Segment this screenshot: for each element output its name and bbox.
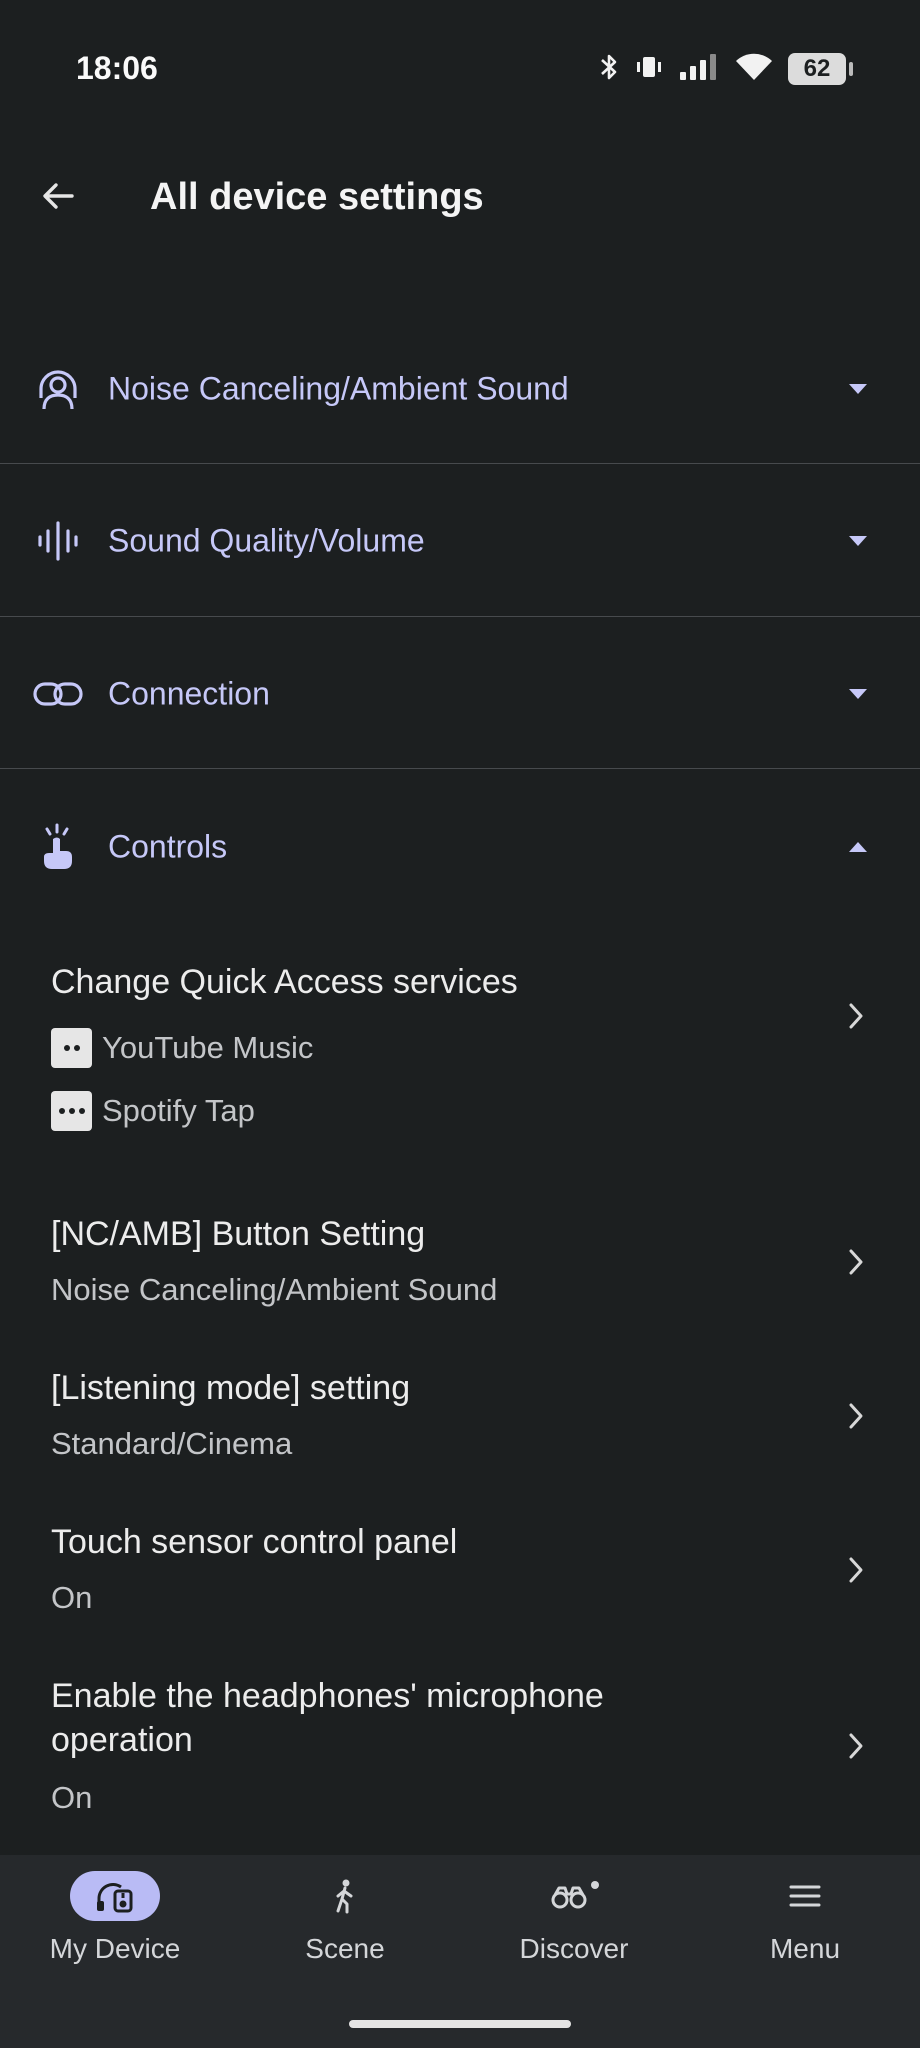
nav-my-device[interactable]: My Device	[15, 1871, 215, 1991]
chevron-right-icon	[836, 1396, 876, 1436]
section-label: Sound Quality/Volume	[108, 522, 425, 559]
divider	[0, 768, 920, 769]
item-title: [Listening mode] setting	[51, 1369, 411, 1407]
item-title: Touch sensor control panel	[51, 1523, 458, 1561]
section-noise-canceling[interactable]: Noise Canceling/Ambient Sound	[0, 313, 920, 465]
sound-wave-icon	[30, 513, 86, 569]
nav-label: Menu	[769, 1933, 841, 1964]
bluetooth-icon	[598, 52, 620, 87]
chevron-right-icon	[836, 996, 876, 1036]
item-title: Change Quick Access services	[51, 963, 518, 1001]
touch-sensor-control-item[interactable]: Touch sensor control panel On	[0, 1508, 920, 1628]
quick-access-item[interactable]: Change Quick Access services YouTube Mus…	[0, 948, 920, 1148]
nav-discover[interactable]: Discover	[474, 1871, 674, 1991]
section-connection[interactable]: Connection	[0, 618, 920, 770]
nc-amb-button-setting-item[interactable]: [NC/AMB] Button Setting Noise Canceling/…	[0, 1200, 920, 1320]
wifi-icon	[734, 52, 774, 87]
section-label: Noise Canceling/Ambient Sound	[108, 370, 569, 407]
three-dot-badge-icon	[51, 1091, 92, 1131]
item-value: Noise Canceling/Ambient Sound	[51, 1272, 498, 1307]
chevron-down-icon	[838, 521, 878, 561]
service-spotify-tap: Spotify Tap	[51, 1091, 255, 1131]
status-bar: 18:06 62	[0, 0, 920, 140]
vibrate-icon	[634, 52, 664, 87]
status-time: 18:06	[76, 50, 158, 86]
nav-label: Scene	[305, 1933, 385, 1964]
two-dot-badge-icon	[51, 1028, 92, 1068]
section-controls[interactable]: Controls	[0, 771, 920, 923]
nav-label: Discover	[519, 1933, 629, 1964]
divider	[0, 463, 920, 464]
divider	[0, 616, 920, 617]
service-youtube-music: YouTube Music	[51, 1028, 313, 1068]
page-title: All device settings	[150, 176, 484, 218]
nav-scene[interactable]: Scene	[245, 1871, 445, 1991]
item-value: On	[51, 1780, 93, 1815]
back-button[interactable]	[30, 168, 86, 224]
service-label: Spotify Tap	[102, 1093, 255, 1128]
back-arrow-icon	[43, 183, 74, 209]
nav-label: My Device	[49, 1933, 181, 1964]
item-title: Enable the headphones' microphone	[51, 1677, 604, 1715]
chevron-right-icon	[836, 1242, 876, 1282]
walking-person-icon	[300, 1871, 390, 1921]
section-sound-quality[interactable]: Sound Quality/Volume	[0, 465, 920, 617]
chevron-up-icon	[838, 827, 878, 867]
chevron-right-icon	[836, 1550, 876, 1590]
chevron-down-icon	[838, 369, 878, 409]
section-label: Controls	[108, 828, 228, 865]
status-icons: 62	[598, 50, 853, 88]
nav-menu[interactable]: Menu	[705, 1871, 905, 1991]
binoculars-icon	[529, 1871, 619, 1921]
signal-icon	[678, 52, 720, 87]
item-title: [NC/AMB] Button Setting	[51, 1215, 426, 1253]
hamburger-menu-icon	[760, 1871, 850, 1921]
chevron-right-icon	[836, 1726, 876, 1766]
ambient-sound-icon	[30, 361, 86, 417]
item-value: Standard/Cinema	[51, 1426, 293, 1461]
microphone-operation-item[interactable]: Enable the headphones' microphone operat…	[0, 1662, 920, 1832]
listening-mode-setting-item[interactable]: [Listening mode] setting Standard/Cinema	[0, 1354, 920, 1474]
home-indicator[interactable]	[349, 2020, 571, 2028]
service-label: YouTube Music	[102, 1030, 314, 1065]
headphones-icon	[70, 1871, 160, 1921]
chevron-down-icon	[838, 674, 878, 714]
item-title-continued: operation	[51, 1721, 193, 1759]
header: All device settings	[0, 150, 920, 246]
section-label: Connection	[108, 675, 270, 712]
battery-indicator: 62	[788, 53, 853, 85]
link-icon	[30, 666, 86, 722]
item-value: On	[51, 1580, 93, 1615]
touch-control-icon	[30, 819, 86, 875]
